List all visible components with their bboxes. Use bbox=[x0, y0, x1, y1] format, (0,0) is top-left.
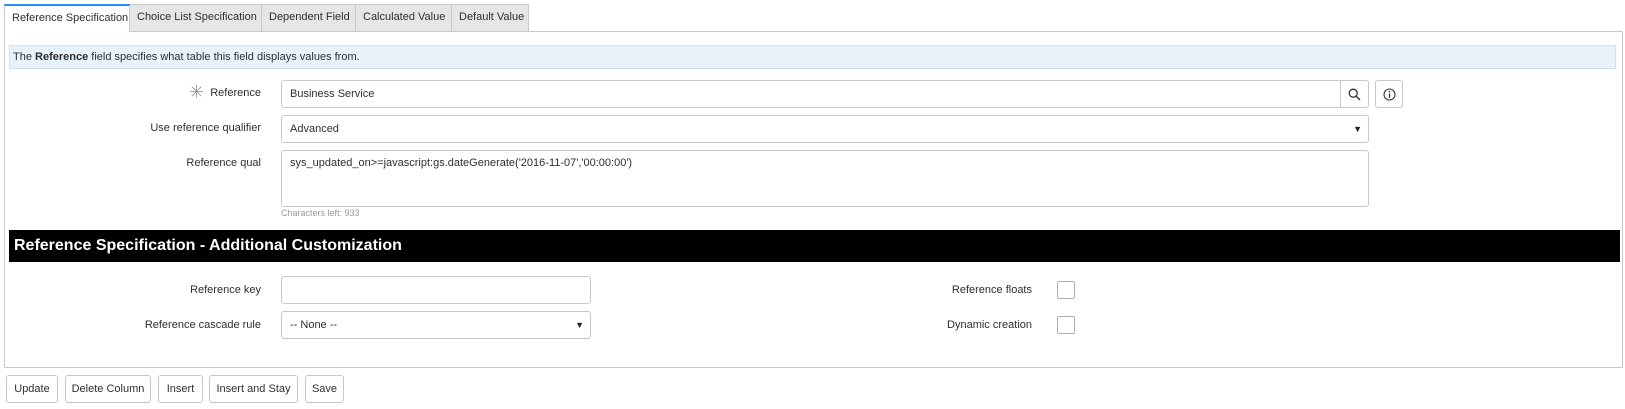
tab-default-value[interactable]: Default Value bbox=[451, 4, 529, 31]
delete-column-button[interactable]: Delete Column bbox=[65, 375, 151, 403]
chevron-down-icon: ▼ bbox=[1353, 124, 1362, 134]
chevron-down-icon: ▼ bbox=[575, 320, 584, 330]
cascade-rule-select[interactable]: -- None -- ▼ bbox=[281, 311, 591, 339]
reference-qual-label: Reference qual bbox=[186, 157, 261, 169]
tab-calculated-value[interactable]: Calculated Value bbox=[355, 4, 452, 31]
insert-and-stay-button[interactable]: Insert and Stay bbox=[209, 375, 298, 403]
insert-button[interactable]: Insert bbox=[158, 375, 203, 403]
required-icon: ✳ bbox=[189, 82, 205, 102]
reference-label: Reference bbox=[210, 87, 261, 99]
reference-lookup-button[interactable] bbox=[1340, 80, 1369, 108]
tab-panel: The Reference field specifies what table… bbox=[4, 31, 1623, 368]
reference-floats-checkbox[interactable] bbox=[1057, 281, 1075, 299]
reference-label-wrap: ✳ Reference bbox=[185, 82, 261, 102]
reference-key-label: Reference key bbox=[190, 284, 261, 296]
dynamic-creation-checkbox[interactable] bbox=[1057, 316, 1075, 334]
tab-strip: Reference Specification Choice List Spec… bbox=[4, 4, 529, 32]
save-button[interactable]: Save bbox=[305, 375, 344, 403]
tab-dependent-field[interactable]: Dependent Field bbox=[261, 4, 356, 31]
info-suffix: field specifies what table this field di… bbox=[88, 51, 360, 63]
reference-info-button[interactable] bbox=[1375, 80, 1403, 108]
tab-choice-list-specification[interactable]: Choice List Specification bbox=[129, 4, 262, 31]
info-message: The Reference field specifies what table… bbox=[9, 45, 1616, 69]
info-strong: Reference bbox=[35, 51, 89, 63]
characters-left-hint: Characters left: 933 bbox=[281, 208, 360, 218]
cascade-rule-label: Reference cascade rule bbox=[144, 319, 261, 331]
use-ref-qualifier-label: Use reference qualifier bbox=[150, 122, 261, 134]
cascade-rule-value: -- None -- bbox=[290, 319, 338, 331]
tab-reference-specification[interactable]: Reference Specification bbox=[4, 4, 130, 32]
update-button[interactable]: Update bbox=[6, 375, 58, 403]
reference-input[interactable]: Business Service bbox=[281, 80, 1341, 108]
use-ref-qualifier-value: Advanced bbox=[290, 123, 339, 135]
section-title: Reference Specification - Additional Cus… bbox=[9, 230, 1620, 262]
reference-qual-textarea[interactable]: sys_updated_on>=javascript:gs.dateGenera… bbox=[281, 150, 1369, 207]
dynamic-creation-label: Dynamic creation bbox=[947, 319, 1032, 331]
search-icon bbox=[1348, 88, 1361, 100]
reference-key-input[interactable] bbox=[281, 276, 591, 304]
info-prefix: The bbox=[13, 51, 36, 63]
use-ref-qualifier-select[interactable]: Advanced ▼ bbox=[281, 115, 1369, 143]
reference-floats-label: Reference floats bbox=[951, 284, 1032, 296]
info-icon bbox=[1382, 87, 1396, 101]
